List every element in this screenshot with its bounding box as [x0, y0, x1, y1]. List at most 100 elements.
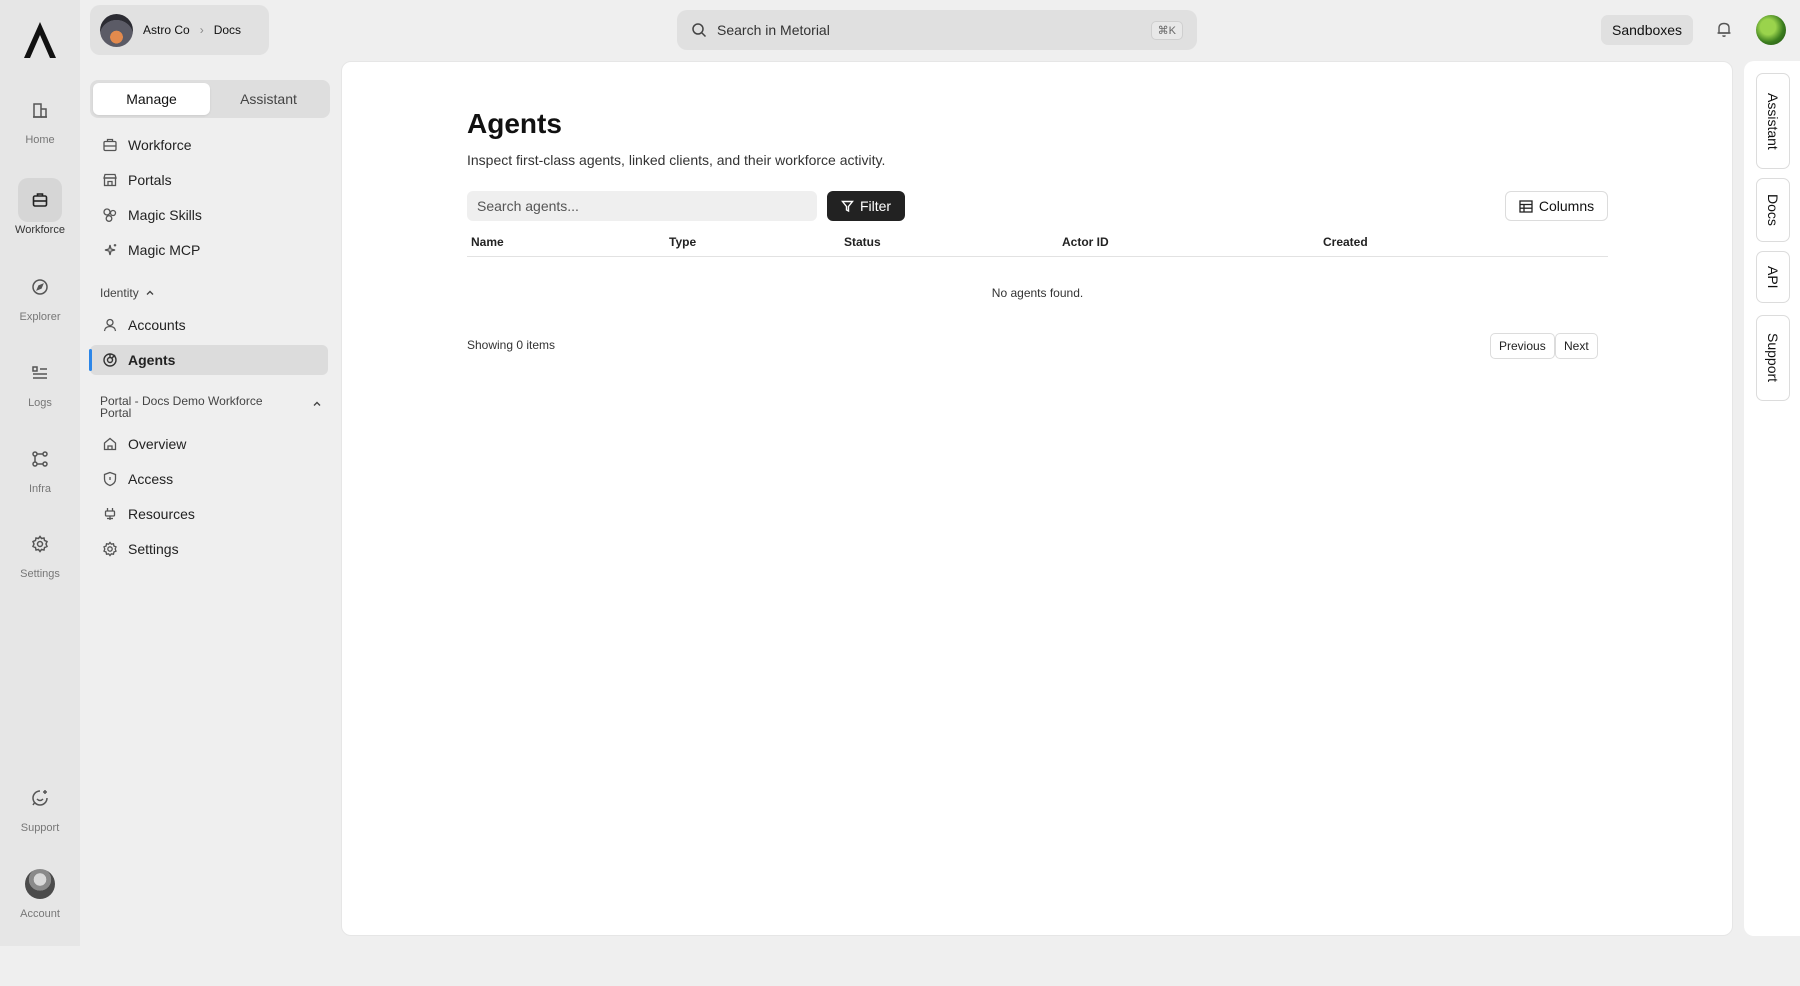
- support-icon: [18, 776, 62, 820]
- sidebar-item-agents[interactable]: Agents: [89, 345, 328, 375]
- column-header-status[interactable]: Status: [844, 235, 881, 249]
- sidebar-item-label: Workforce: [128, 137, 192, 153]
- agent-icon: [103, 353, 117, 367]
- filter-label: Filter: [859, 198, 892, 214]
- rail-item-support[interactable]: Support: [0, 776, 80, 834]
- previous-page-button[interactable]: Previous: [1490, 333, 1555, 359]
- footer-strip: [0, 946, 1800, 986]
- portal-icon: [103, 173, 117, 187]
- sidebar-item-label: Agents: [128, 352, 176, 368]
- sidebar-item-overview[interactable]: Overview: [90, 429, 328, 459]
- account-avatar: [18, 862, 62, 906]
- rail-item-logs[interactable]: Logs: [0, 351, 80, 409]
- page-subtitle: Inspect first-class agents, linked clien…: [467, 152, 886, 168]
- chevron-right-icon: ›: [199, 23, 204, 37]
- rail-item-explorer[interactable]: Explorer: [0, 265, 80, 323]
- side-tab-support[interactable]: Support: [1756, 315, 1790, 401]
- column-header-actor-id[interactable]: Actor ID: [1062, 235, 1109, 249]
- column-header-type[interactable]: Type: [669, 235, 696, 249]
- section-identity[interactable]: Identity: [100, 286, 155, 300]
- user-avatar[interactable]: [1756, 15, 1786, 45]
- sidebar-item-portals[interactable]: Portals: [90, 165, 328, 195]
- rail-item-settings[interactable]: Settings: [0, 522, 80, 580]
- infra-icon: [18, 437, 62, 481]
- sidebar-item-accounts[interactable]: Accounts: [90, 310, 328, 340]
- project-name: Docs: [213, 23, 242, 37]
- rail-label-explorer: Explorer: [19, 311, 61, 323]
- sidebar-item-magic-mcp[interactable]: Magic MCP: [90, 235, 328, 265]
- sidebar-item-label: Accounts: [128, 317, 186, 333]
- sidebar-item-label: Portals: [128, 172, 172, 188]
- compass-icon: [18, 265, 62, 309]
- column-header-created[interactable]: Created: [1323, 235, 1368, 249]
- side-tab-label: Support: [1765, 333, 1781, 383]
- magic-skills-icon: [103, 208, 117, 222]
- tab-manage[interactable]: Manage: [93, 83, 210, 115]
- plug-icon: [104, 508, 116, 520]
- sidebar-item-resources[interactable]: Resources: [90, 499, 328, 529]
- sidebar-item-settings[interactable]: Settings: [90, 534, 328, 564]
- section-identity-label: Identity: [100, 286, 139, 300]
- logs-icon: [18, 351, 62, 395]
- filter-button[interactable]: Filter: [827, 191, 905, 221]
- sidebar-item-magic-skills[interactable]: Magic Skills: [90, 200, 328, 230]
- section-portal[interactable]: Portal - Docs Demo Workforce Portal: [100, 395, 328, 419]
- side-tab-label: Docs: [1765, 194, 1781, 226]
- rail-item-account[interactable]: Account: [0, 862, 80, 920]
- side-tab-assistant[interactable]: Assistant: [1756, 73, 1790, 169]
- chevron-up-icon: [146, 290, 154, 295]
- gear-icon: [103, 541, 117, 557]
- empty-state: No agents found.: [991, 286, 1084, 300]
- briefcase-icon: [18, 178, 62, 222]
- org-avatar: [100, 13, 133, 47]
- page-title: Agents: [467, 108, 562, 139]
- rail-item-workforce[interactable]: Workforce: [0, 178, 80, 236]
- side-tab-docs[interactable]: Docs: [1756, 178, 1790, 242]
- rail-label-account: Account: [20, 908, 60, 920]
- gear-icon: [18, 522, 62, 566]
- tab-assistant[interactable]: Assistant: [210, 83, 327, 115]
- rail-label-workforce: Workforce: [15, 224, 65, 236]
- chevron-up-icon: [313, 401, 321, 406]
- org-switcher[interactable]: Astro Co › Docs: [90, 5, 269, 55]
- sidebar-item-label: Magic MCP: [128, 242, 201, 258]
- next-page-button[interactable]: Next: [1555, 333, 1598, 359]
- shield-icon: [103, 471, 117, 487]
- item-count: Showing 0 items: [467, 338, 556, 352]
- agents-search-input[interactable]: [467, 191, 817, 221]
- global-search[interactable]: Search in Metorial ⌘K: [677, 10, 1197, 50]
- rail-label-home: Home: [25, 134, 55, 146]
- rail-label-logs: Logs: [28, 397, 52, 409]
- side-tab-api[interactable]: API: [1756, 251, 1790, 303]
- filter-icon: [840, 200, 854, 212]
- bell-icon[interactable]: [1716, 20, 1732, 38]
- sidebar-item-access[interactable]: Access: [90, 464, 328, 494]
- sandboxes-button[interactable]: Sandboxes: [1601, 15, 1694, 45]
- rail-item-home[interactable]: Home: [0, 88, 80, 146]
- search-icon: [692, 23, 707, 38]
- columns-button[interactable]: Columns: [1505, 191, 1608, 221]
- sidebar-item-workforce[interactable]: Workforce: [90, 130, 328, 160]
- user-icon: [103, 318, 117, 332]
- org-name: Astro Co: [143, 23, 190, 37]
- briefcase-icon: [103, 138, 117, 152]
- table-header: Name Type Status Actor ID Created: [467, 227, 1608, 257]
- sidebar-item-label: Overview: [128, 436, 187, 452]
- home-icon: [18, 88, 62, 132]
- metorial-logo[interactable]: [20, 18, 60, 62]
- side-tab-label: Assistant: [1765, 92, 1781, 150]
- rail-label-settings: Settings: [20, 568, 60, 580]
- sidebar-item-label: Settings: [128, 541, 179, 557]
- rail-label-infra: Infra: [28, 483, 51, 495]
- section-portal-label: Portal - Docs Demo Workforce Portal: [100, 394, 263, 420]
- right-rail: Assistant Docs API Support: [1744, 61, 1800, 936]
- main-panel: Agents Inspect first-class agents, linke…: [341, 61, 1733, 936]
- sparkles-icon: [104, 244, 117, 256]
- rail-label-support: Support: [20, 822, 60, 834]
- columns-label: Columns: [1538, 198, 1595, 214]
- column-header-name[interactable]: Name: [471, 235, 504, 249]
- global-search-placeholder: Search in Metorial: [717, 22, 830, 38]
- sidebar-tabs: Manage Assistant: [90, 80, 330, 118]
- side-tab-label: API: [1765, 265, 1781, 289]
- rail-item-infra[interactable]: Infra: [0, 437, 80, 495]
